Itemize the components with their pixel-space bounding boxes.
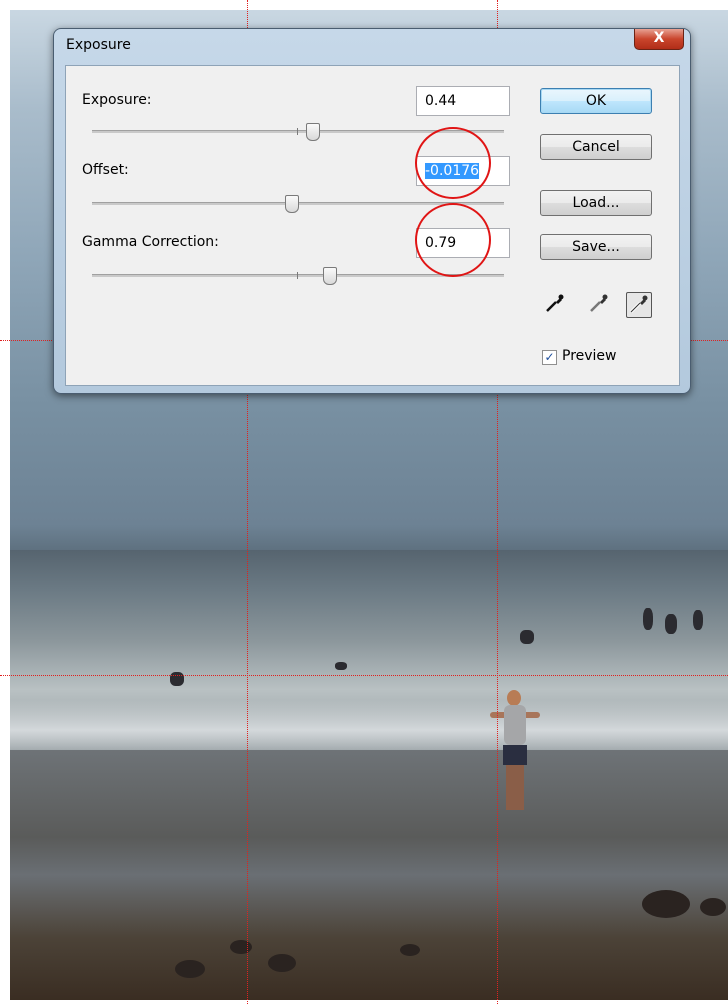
exposure-dialog: Exposure X Exposure: 0.44 Offset: -0.017… — [53, 28, 691, 394]
checkmark-icon: ✓ — [544, 350, 555, 364]
exposure-value: 0.44 — [425, 93, 457, 109]
exposure-slider-thumb[interactable] — [306, 123, 320, 141]
swimmer — [665, 614, 677, 634]
swimmer — [693, 610, 703, 630]
preview-label: Preview — [562, 348, 617, 364]
offset-slider-thumb[interactable] — [285, 195, 299, 213]
swimmer — [643, 608, 653, 630]
rock — [268, 954, 296, 972]
highlight-circle-gamma — [415, 203, 491, 277]
swimmer — [335, 662, 347, 670]
guide-line-horizontal — [0, 675, 728, 676]
load-button[interactable]: Load... — [540, 190, 652, 216]
rock — [642, 890, 690, 918]
gamma-label: Gamma Correction: — [82, 234, 219, 250]
offset-label: Offset: — [82, 162, 129, 178]
dialog-client-area: Exposure: 0.44 Offset: -0.0176 Gamma Cor… — [65, 65, 680, 386]
exposure-slider-center-tick — [297, 128, 298, 135]
wet-sand — [10, 750, 728, 1000]
rock — [175, 960, 205, 978]
rock — [700, 898, 726, 916]
exposure-label: Exposure: — [82, 92, 152, 108]
close-button[interactable]: X — [634, 29, 684, 50]
ok-button[interactable]: OK — [540, 88, 652, 114]
exposure-input[interactable]: 0.44 — [416, 86, 510, 116]
black-point-eyedropper-icon[interactable] — [542, 292, 568, 318]
rock — [400, 944, 420, 956]
close-icon: X — [653, 30, 665, 46]
save-button[interactable]: Save... — [540, 234, 652, 260]
dialog-title: Exposure — [66, 37, 131, 53]
gamma-slider-thumb[interactable] — [323, 267, 337, 285]
swimmer — [520, 630, 534, 644]
rock — [230, 940, 252, 954]
cancel-button[interactable]: Cancel — [540, 134, 652, 160]
highlight-circle-offset — [415, 127, 491, 199]
gamma-slider-center-tick — [297, 272, 298, 279]
gray-point-eyedropper-icon[interactable] — [586, 292, 612, 318]
preview-checkbox[interactable]: ✓ — [542, 350, 557, 365]
white-point-eyedropper-icon[interactable] — [626, 292, 652, 318]
